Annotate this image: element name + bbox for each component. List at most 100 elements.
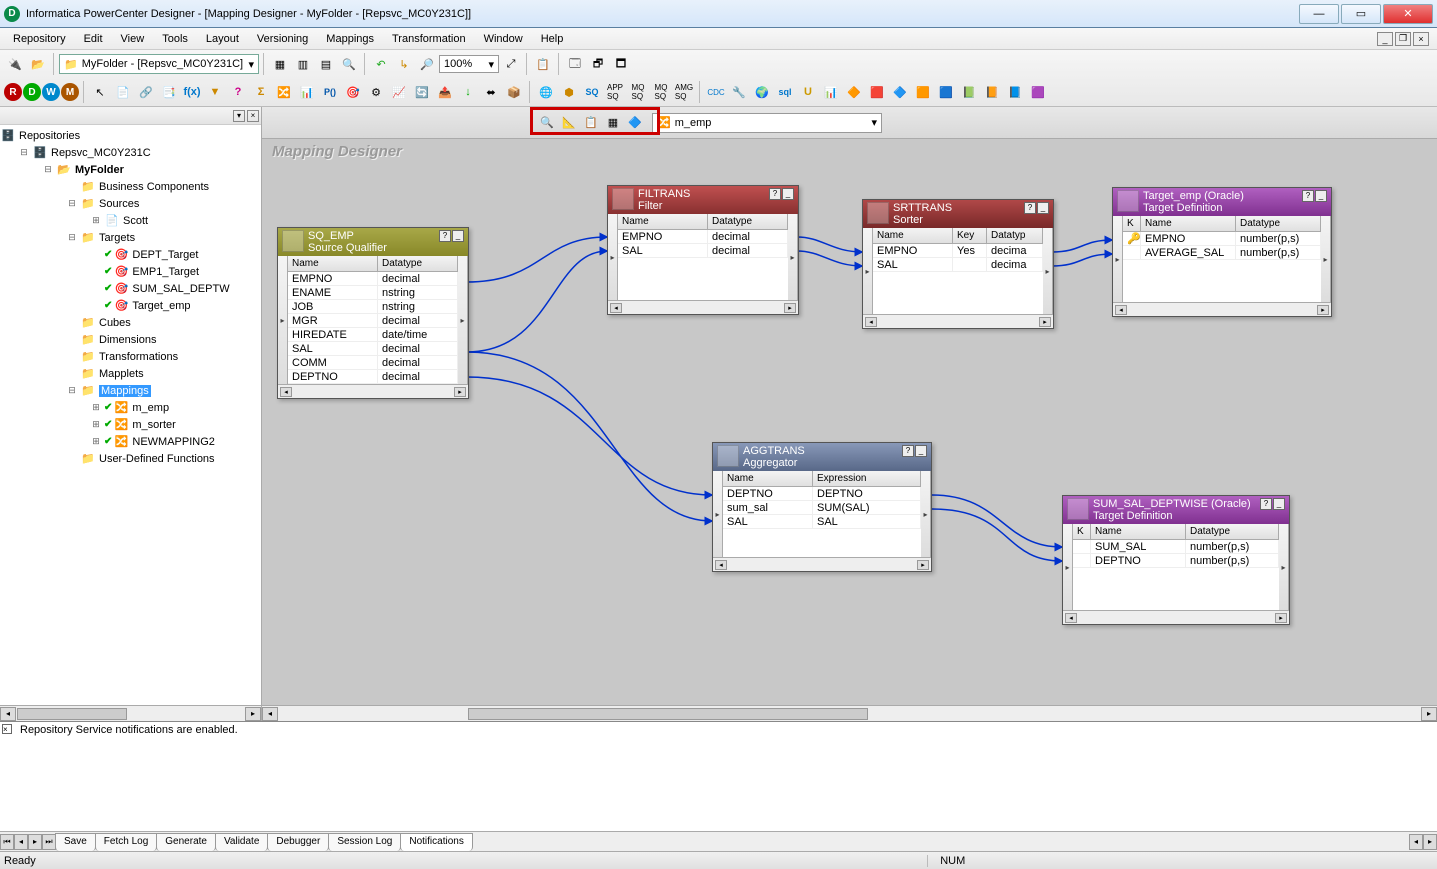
port-out[interactable]: ▸ [921,471,931,557]
tool-btn[interactable]: MQSQ [627,81,649,103]
tool-btn[interactable]: 🌍 [751,81,773,103]
table-row[interactable]: JOBnstring [288,300,458,314]
mapping-canvas[interactable]: 🔍 📐 📋 ▦ 🔷 🔀 m_emp ▾ Mapping Designer [262,107,1437,721]
table-row[interactable]: COMMdecimal [288,356,458,370]
tool-btn[interactable]: 📋 [580,112,602,134]
col-name[interactable]: Name [1091,524,1186,539]
expand-toggle[interactable]: ⊟ [64,199,80,209]
table-row[interactable]: SUM_SALnumber(p,s) [1073,540,1279,554]
tab-next[interactable]: ▸ [28,834,42,850]
tree-memp[interactable]: m_emp [132,402,169,414]
menu-mappings[interactable]: Mappings [317,28,383,50]
col-name[interactable]: Name [723,471,813,486]
box-help[interactable]: ? [1024,202,1036,214]
sigma-icon[interactable]: Σ [250,81,272,103]
box-target-emp[interactable]: Target_emp (Oracle)Target Definition ?_ … [1112,187,1332,317]
tab-last[interactable]: ⏭ [42,834,56,850]
table-row[interactable]: EMPNOdecimal [618,230,788,244]
col-key[interactable]: K [1123,216,1141,231]
expand-toggle[interactable]: ⊞ [88,437,104,447]
tree-msorter[interactable]: m_sorter [132,419,175,431]
port-out[interactable]: ▸ [1043,228,1053,314]
tool-btn[interactable]: 🔶 [843,81,865,103]
tool-btn[interactable]: CDC [705,81,727,103]
link-icon[interactable]: 🔗 [135,81,157,103]
tool-btn[interactable]: 📊 [296,81,318,103]
table-row[interactable]: SALdecimal [618,244,788,258]
port-in[interactable]: ▸ [1063,524,1073,610]
box-min[interactable]: _ [1037,202,1049,214]
col-name[interactable]: Name [1141,216,1236,231]
tool-btn[interactable]: 🔄 [411,81,433,103]
menu-repository[interactable]: Repository [4,28,75,50]
table-row[interactable]: SALSAL [723,515,921,529]
canvas-hscroll[interactable]: ◂▸ [262,705,1437,721]
tree-root[interactable]: Repositories [19,130,80,142]
menu-versioning[interactable]: Versioning [248,28,317,50]
repo-tree[interactable]: 🗄️Repositories ⊟🗄️Repsvc_MC0Y231C ⊟📂MyFo… [0,125,261,705]
tool-btn[interactable]: 📘 [1004,81,1026,103]
table-row[interactable]: DEPTNOnumber(p,s) [1073,554,1279,568]
tree-bizcomp[interactable]: Business Components [99,181,209,193]
box-srttrans[interactable]: SRTTRANSSorter ?_ ▸ NameKeyDatatyp EMPNO… [862,199,1054,329]
box-help[interactable]: ? [439,230,451,242]
tool-btn[interactable]: 🟦 [935,81,957,103]
tool-btn[interactable]: 🗗 [587,53,609,75]
zoom-fit-icon[interactable]: ⤢ [500,53,522,75]
box-hscroll[interactable]: ◂▸ [713,557,931,571]
table-row[interactable]: AVERAGE_SALnumber(p,s) [1123,246,1321,260]
minimize-button[interactable]: — [1299,4,1339,24]
tab-save[interactable]: Save [55,833,96,851]
port-in[interactable]: ▸ [278,256,288,384]
tool-btn[interactable]: 🌐 [535,81,557,103]
port-out[interactable]: ▸ [788,214,798,300]
port-out[interactable]: ▸ [1279,524,1289,610]
tool-btn[interactable]: 🔀 [273,81,295,103]
tool-btn[interactable]: ⚙ [365,81,387,103]
w-icon[interactable]: W [42,83,60,101]
box-hscroll[interactable]: ◂▸ [608,300,798,314]
box-min[interactable]: _ [452,230,464,242]
r-icon[interactable]: R [4,83,22,101]
panel-btn[interactable]: ▾ [233,110,245,122]
tree-trans[interactable]: Transformations [99,351,178,363]
tool-btn[interactable]: 📦 [503,81,525,103]
tree-sumdept[interactable]: SUM_SAL_DEPTW [132,283,229,295]
box-filtrans[interactable]: FILTRANSFilter ?_ ▸ NameDatatype EMPNOde… [607,185,799,315]
m-icon[interactable]: M [61,83,79,101]
table-row[interactable]: MGRdecimal [288,314,458,328]
tool-btn[interactable]: 📐 [558,112,580,134]
tool-btn[interactable]: ▦ [269,53,291,75]
expand-toggle[interactable]: ⊟ [16,148,32,158]
table-row[interactable]: SALdecima [873,258,1043,272]
tree-folder[interactable]: MyFolder [75,164,124,176]
box-help[interactable]: ? [1260,498,1272,510]
mdi-close[interactable]: × [1413,32,1429,46]
tree-cubes[interactable]: Cubes [99,317,131,329]
mdi-restore[interactable]: ❐ [1395,32,1411,46]
tool-btn[interactable]: U [797,81,819,103]
sq-icon[interactable]: SQ [581,81,603,103]
connect-icon[interactable]: 🔌 [4,53,26,75]
menu-transformation[interactable]: Transformation [383,28,475,50]
port-in[interactable]: ▸ [608,214,618,300]
mdi-minimize[interactable]: _ [1377,32,1393,46]
output-close[interactable]: × [2,724,12,734]
tool-btn[interactable]: 🎯 [342,81,364,103]
menu-help[interactable]: Help [532,28,573,50]
expand-toggle[interactable]: ⊟ [64,233,80,243]
tool-btn[interactable]: ⬢ [558,81,580,103]
table-row[interactable]: EMPNOYesdecima [873,244,1043,258]
box-hscroll[interactable]: ◂▸ [278,384,468,398]
tool-btn[interactable]: 🗔 [564,53,586,75]
tool-btn[interactable]: 📗 [958,81,980,103]
table-row[interactable]: sum_salSUM(SAL) [723,501,921,515]
tool-btn[interactable]: 📄 [112,81,134,103]
tool-btn[interactable]: ▦ [602,112,624,134]
expand-toggle[interactable]: ⊞ [88,403,104,413]
tool-btn[interactable]: 🟧 [912,81,934,103]
box-hscroll[interactable]: ◂▸ [1113,302,1331,316]
tab-debugger[interactable]: Debugger [267,833,329,851]
tool-btn[interactable]: P() [319,81,341,103]
tool-btn[interactable]: 🔧 [728,81,750,103]
